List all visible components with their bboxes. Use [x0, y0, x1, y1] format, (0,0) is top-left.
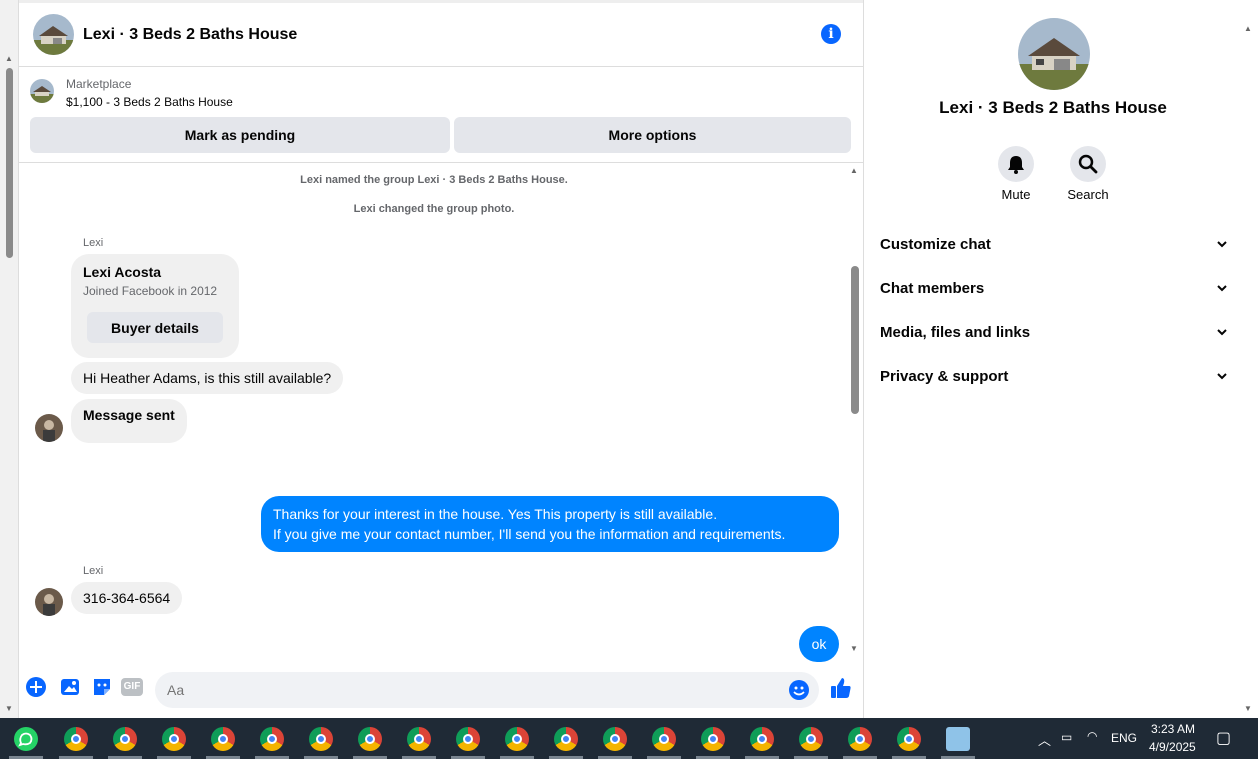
chrome-icon[interactable]	[456, 727, 480, 751]
buyer-name: Lexi Acosta	[83, 264, 162, 280]
message-input-wrapper	[155, 672, 819, 708]
scroll-down-arrow-icon[interactable]: ▼	[1244, 704, 1252, 713]
whatsapp-icon[interactable]	[14, 727, 38, 751]
scroll-up-arrow-icon[interactable]: ▲	[5, 54, 13, 63]
chat-members-row[interactable]: Chat members	[880, 268, 1228, 308]
language-indicator[interactable]: ENG	[1111, 731, 1137, 745]
mute-label: Mute	[1001, 187, 1031, 202]
chrome-icon[interactable]	[750, 727, 774, 751]
buyer-joined: Joined Facebook in 2012	[83, 284, 218, 298]
chrome-icon[interactable]	[603, 727, 627, 751]
scroll-up-arrow-icon[interactable]: ▲	[1244, 24, 1252, 33]
incoming-message[interactable]: 316-364-6564	[71, 582, 183, 614]
scroll-down-arrow-icon[interactable]: ▼	[850, 644, 858, 653]
sender-avatar[interactable]	[35, 588, 63, 616]
sender-name: Lexi	[83, 237, 104, 249]
scrollbar-thumb[interactable]	[851, 266, 859, 414]
message-scrollbar[interactable]: ▲ ▼	[848, 164, 860, 662]
outgoing-message-line: If you give me your contact number, I'll…	[273, 526, 786, 542]
windows-taskbar: ︿ ▭ ◠ ENG 3:23 AM 4/9/2025 ▢	[0, 718, 1258, 759]
scroll-up-arrow-icon[interactable]: ▲	[850, 166, 858, 175]
chevron-down-icon	[1217, 329, 1227, 336]
chat-info-panel: Lexi · 3 Beds 2 Baths House Mute Search …	[864, 0, 1240, 718]
chevron-down-icon	[1217, 373, 1227, 380]
chevron-up-icon[interactable]: ︿	[1038, 730, 1051, 749]
wifi-icon[interactable]: ◠	[1087, 729, 1097, 743]
chrome-icon[interactable]	[64, 727, 88, 751]
outgoing-message-line: Thanks for your interest in the house. Y…	[273, 506, 718, 522]
chrome-icon[interactable]	[652, 727, 676, 751]
listing-thumbnail[interactable]	[30, 79, 54, 103]
search-label: Search	[1067, 187, 1109, 202]
message-list[interactable]: Lexi named the group Lexi · 3 Beds 2 Bat…	[19, 164, 864, 662]
chrome-icon[interactable]	[407, 727, 431, 751]
mute-button[interactable]	[998, 146, 1034, 182]
chrome-icon[interactable]	[358, 727, 382, 751]
sender-name: Lexi	[83, 565, 104, 577]
outer-scrollbar-left[interactable]: ▲ ▼	[0, 0, 18, 718]
group-avatar-large[interactable]	[1018, 18, 1090, 90]
sticker-icon[interactable]	[91, 676, 115, 700]
chrome-icon[interactable]	[309, 727, 333, 751]
chat-pane: Lexi · 3 Beds 2 Baths House i Marketplac…	[18, 0, 864, 718]
message-input[interactable]	[155, 672, 819, 708]
chrome-icon[interactable]	[848, 727, 872, 751]
sender-avatar[interactable]	[35, 414, 63, 442]
buyer-card: Lexi Acosta Joined Facebook in 2012 Buye…	[71, 254, 239, 358]
panel-title: Lexi · 3 Beds 2 Baths House	[939, 98, 1167, 117]
chat-header: Lexi · 3 Beds 2 Baths House i	[19, 0, 863, 67]
like-icon[interactable]	[829, 676, 853, 700]
marketplace-banner: Marketplace $1,100 - 3 Beds 2 Baths Hous…	[19, 67, 863, 163]
buyer-details-button[interactable]: Buyer details	[87, 312, 223, 343]
battery-icon[interactable]: ▭	[1061, 730, 1072, 744]
messenger-window: ▲ ▼ Lexi · 3 Beds 2 Baths House i Market…	[0, 0, 1258, 759]
listing-title[interactable]: $1,100 - 3 Beds 2 Baths House	[66, 95, 233, 109]
gif-icon[interactable]: GIF	[121, 678, 143, 696]
incoming-message[interactable]: Message sent	[71, 399, 187, 443]
chrome-icon[interactable]	[701, 727, 725, 751]
incoming-message[interactable]: Hi Heather Adams, is this still availabl…	[71, 362, 344, 394]
plus-icon[interactable]	[25, 676, 49, 700]
emoji-icon[interactable]	[789, 680, 809, 700]
composer: GIF	[19, 662, 864, 718]
row-label: Chat members	[880, 279, 985, 297]
chrome-icon[interactable]	[113, 727, 137, 751]
chrome-icon[interactable]	[554, 727, 578, 751]
scroll-down-arrow-icon[interactable]: ▼	[5, 704, 13, 713]
clock-date[interactable]: 4/9/2025	[1149, 740, 1196, 754]
mark-as-pending-button[interactable]: Mark as pending	[30, 117, 450, 153]
row-label: Media, files and links	[880, 323, 1031, 341]
group-avatar[interactable]	[33, 14, 74, 55]
chevron-down-icon	[1217, 241, 1227, 248]
chat-title[interactable]: Lexi · 3 Beds 2 Baths House	[83, 26, 297, 44]
chrome-icon[interactable]	[162, 727, 186, 751]
chrome-icon[interactable]	[799, 727, 823, 751]
privacy-support-row[interactable]: Privacy & support	[880, 356, 1228, 396]
row-label: Customize chat	[880, 235, 991, 253]
marketplace-label: Marketplace	[66, 77, 132, 91]
chevron-down-icon	[1217, 285, 1227, 292]
outer-scrollbar-right[interactable]: ▲ ▼	[1240, 0, 1258, 718]
outgoing-message[interactable]: ok	[799, 626, 839, 662]
row-label: Privacy & support	[880, 367, 1009, 385]
more-options-button[interactable]: More options	[454, 117, 851, 153]
system-message: Lexi named the group Lexi · 3 Beds 2 Bat…	[300, 174, 568, 186]
scrollbar-thumb[interactable]	[6, 68, 13, 258]
notepad-icon[interactable]	[946, 727, 970, 751]
system-message: Lexi changed the group photo.	[353, 203, 515, 215]
clock-time[interactable]: 3:23 AM	[1151, 722, 1195, 736]
search-button[interactable]	[1070, 146, 1106, 182]
chrome-icon[interactable]	[211, 727, 235, 751]
customize-chat-row[interactable]: Customize chat	[880, 224, 1228, 264]
chrome-icon[interactable]	[505, 727, 529, 751]
notification-icon[interactable]: ▢	[1216, 728, 1231, 748]
media-files-links-row[interactable]: Media, files and links	[880, 312, 1228, 352]
bell-icon	[1008, 156, 1024, 174]
photo-icon[interactable]	[59, 676, 83, 700]
outgoing-message[interactable]: Thanks for your interest in the house. Y…	[261, 496, 839, 552]
search-icon	[1078, 154, 1098, 174]
chrome-icon[interactable]	[260, 727, 284, 751]
chrome-icon[interactable]	[897, 727, 921, 751]
info-icon[interactable]: i	[821, 24, 841, 44]
